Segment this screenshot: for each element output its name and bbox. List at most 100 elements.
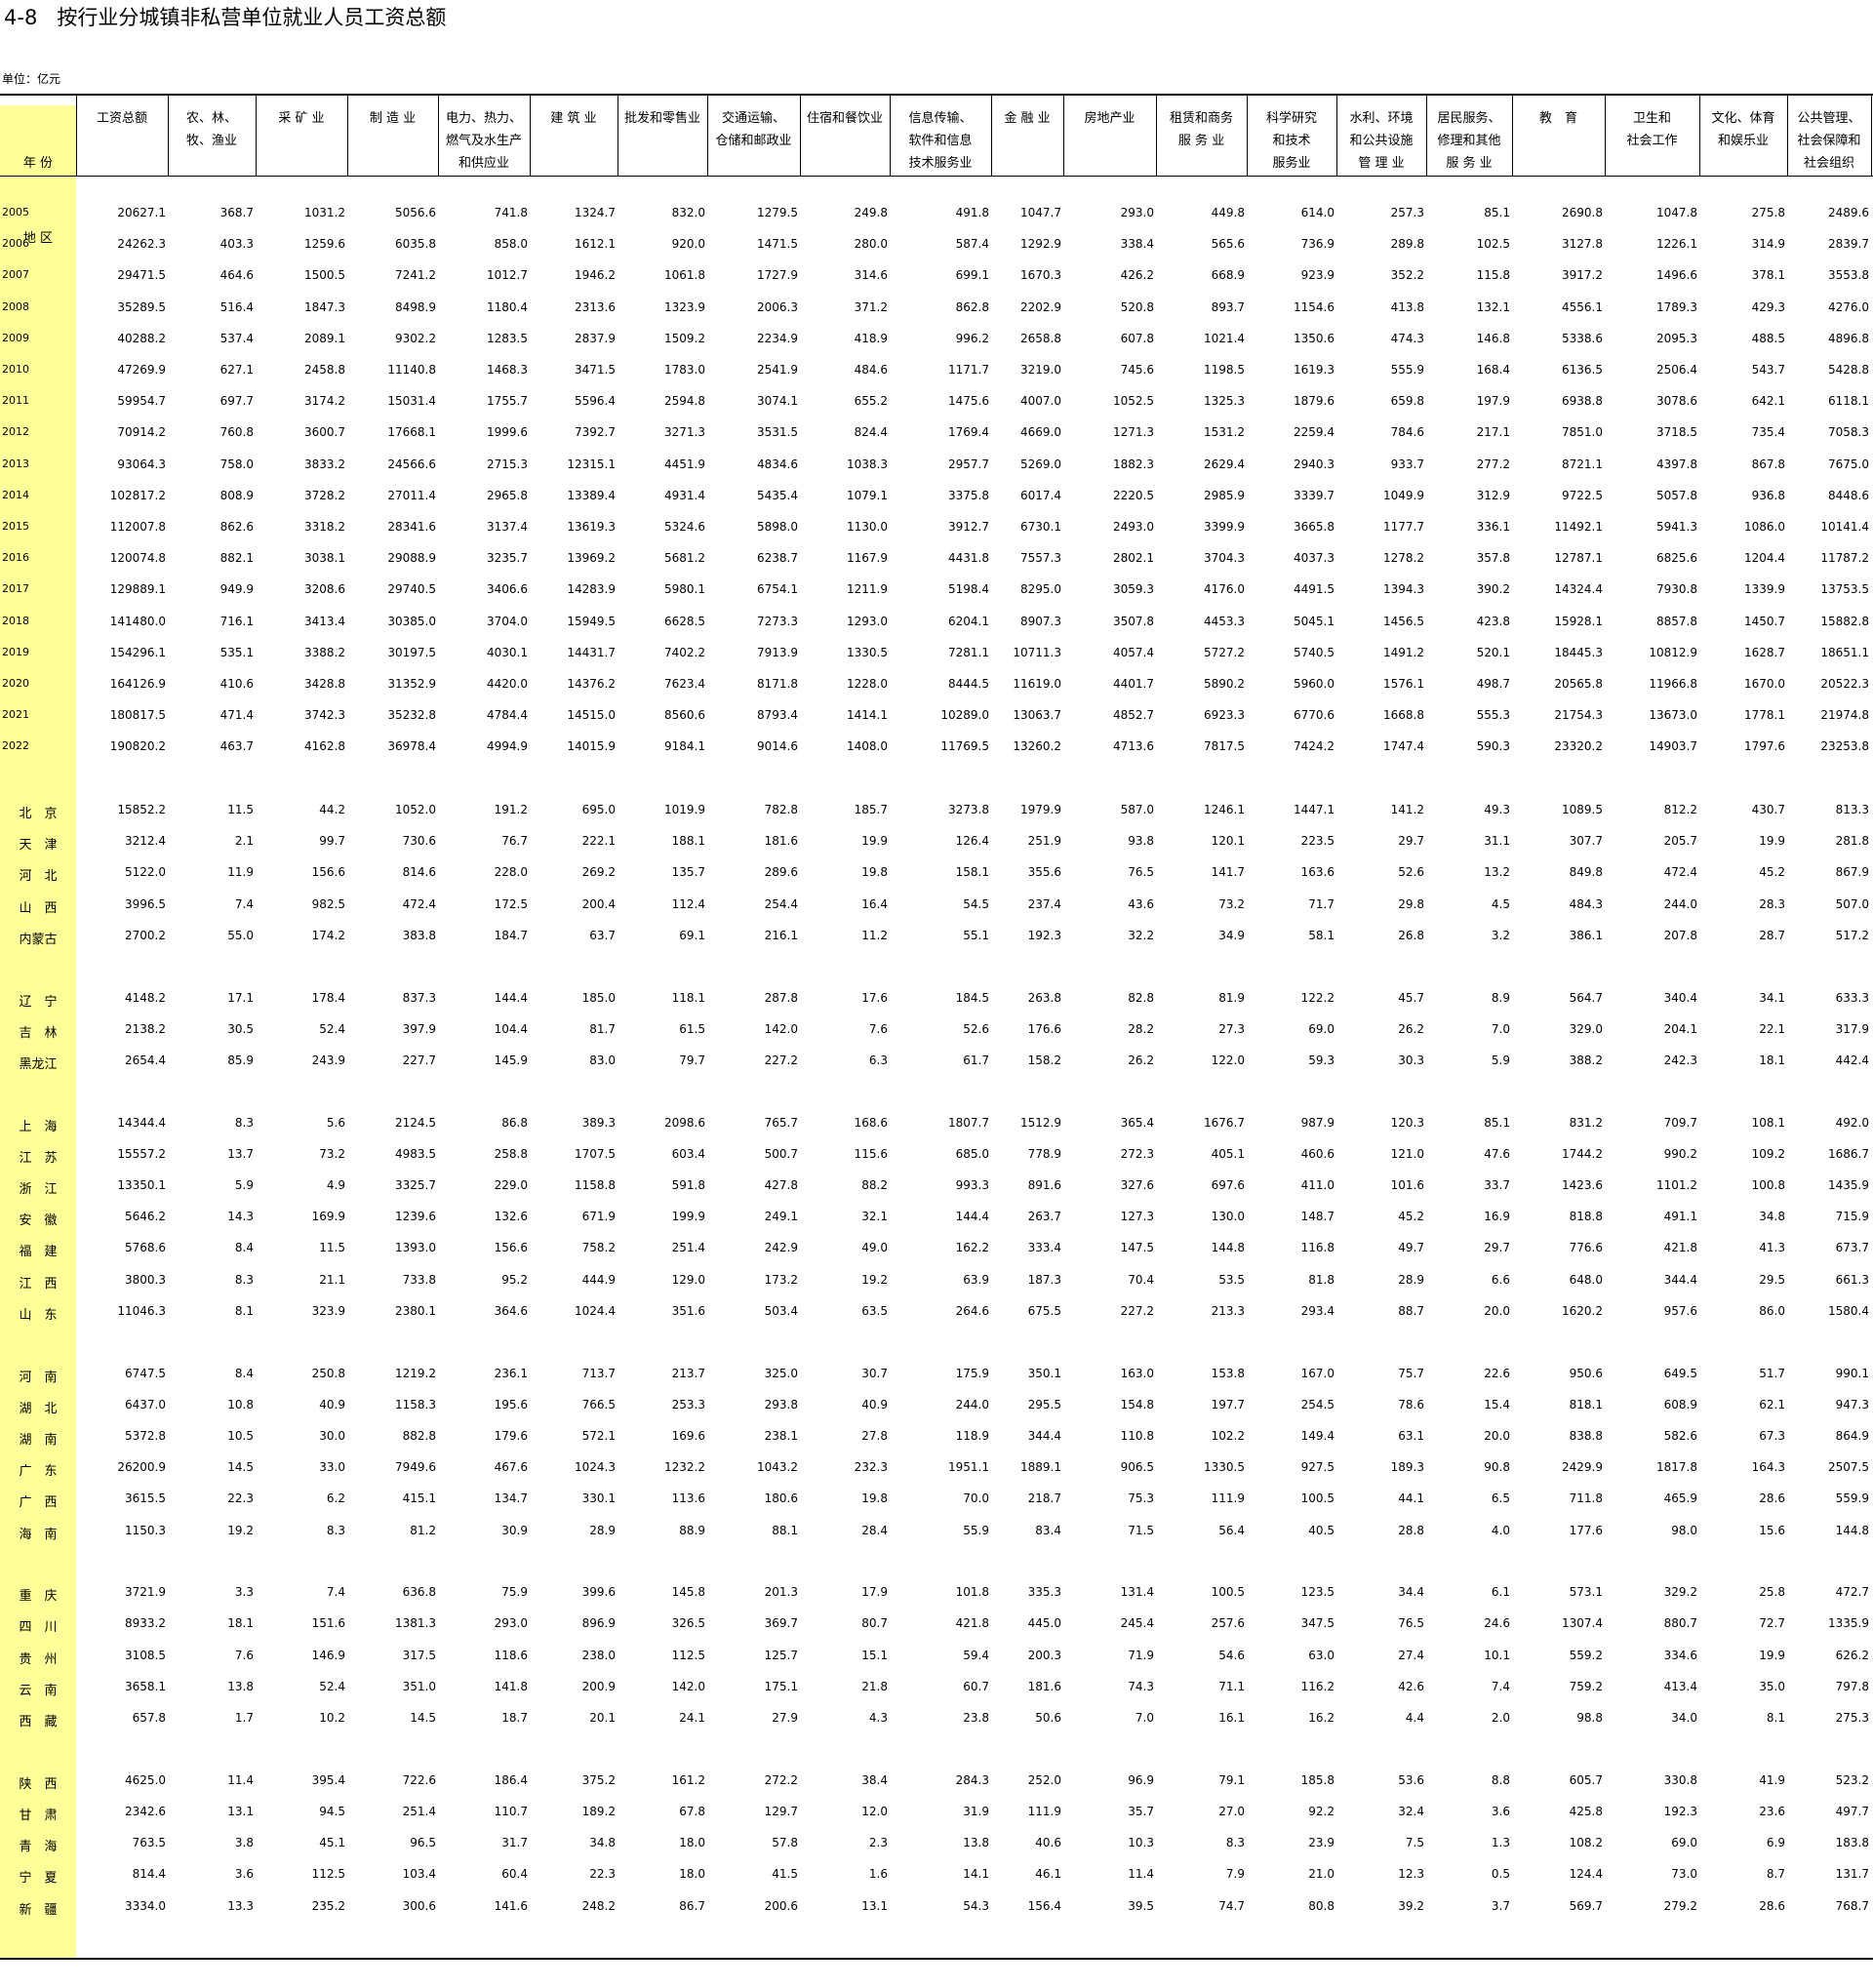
table-cell: 1.3	[1491, 1836, 1510, 1850]
table-cell: 9722.5	[1562, 488, 1603, 502]
table-cell: 442.4	[1835, 1053, 1869, 1067]
table-cell: 430.7	[1751, 803, 1785, 816]
table-cell: 758.0	[219, 457, 254, 471]
table-cell: 94.5	[319, 1804, 345, 1818]
table-cell: 3507.8	[1113, 614, 1154, 628]
table-cell: 1228.0	[847, 677, 888, 691]
table-cell: 405.1	[1211, 1146, 1245, 1161]
table-cell: 23253.8	[1820, 739, 1869, 754]
table-cell: 8793.4	[757, 708, 798, 723]
table-cell: 5.6	[326, 1115, 345, 1130]
table-cell: 90.8	[1484, 1460, 1510, 1475]
table-cell: 191.2	[494, 803, 528, 816]
table-cell: 24566.6	[387, 457, 436, 471]
table-cell: 54.6	[1218, 1648, 1245, 1662]
table-cell: 933.7	[1390, 457, 1424, 471]
table-cell: 2429.9	[1562, 1460, 1603, 1475]
table-cell: 28.6	[1759, 1491, 1785, 1506]
table-cell: 2506.4	[1656, 363, 1697, 377]
table-cell: 132.6	[494, 1210, 528, 1224]
table-cell: 103.4	[402, 1867, 436, 1882]
table-cell: 498.7	[1476, 677, 1510, 691]
table-cell: 1049.9	[1383, 488, 1424, 502]
table-cell: 661.3	[1835, 1272, 1869, 1287]
table-cell: 27.8	[861, 1428, 888, 1443]
table-cell: 7402.2	[664, 645, 705, 659]
table-cell: 6238.7	[757, 551, 798, 566]
table-cell: 2259.4	[1294, 425, 1335, 440]
table-cell: 797.8	[1835, 1679, 1869, 1693]
table-cell: 7557.3	[1020, 551, 1061, 566]
table-cell: 5324.6	[664, 520, 705, 534]
table-cell: 2690.8	[1562, 206, 1603, 219]
table-cell: 467.6	[494, 1460, 528, 1475]
table-cell: 26.2	[1398, 1021, 1424, 1036]
table-cell: 657.8	[132, 1711, 166, 1725]
table-cell: 3728.2	[304, 488, 345, 502]
table-cell: 8.9	[1491, 990, 1510, 1005]
table-cell: 832.0	[671, 206, 705, 219]
table-cell: 8.7	[1766, 1867, 1785, 1882]
table-cell: 163.6	[1300, 865, 1335, 880]
table-cell: 1496.6	[1656, 268, 1697, 283]
table-cell: 1232.2	[664, 1460, 705, 1475]
table-cell: 6204.1	[948, 614, 989, 628]
table-cell: 197.7	[1211, 1397, 1245, 1411]
table-cell: 659.8	[1390, 394, 1424, 409]
table-cell: 58.1	[1308, 928, 1335, 942]
row-label: 2019	[2, 645, 29, 658]
table-cell: 7.9	[1225, 1867, 1245, 1882]
table-cell: 16.4	[861, 896, 888, 911]
table-cell: 55.1	[963, 928, 989, 942]
row-label: 贵 州	[19, 1651, 58, 1667]
table-cell: 111.9	[1027, 1804, 1061, 1818]
table-cell: 32.4	[1398, 1804, 1424, 1818]
table-cell: 118.9	[955, 1428, 989, 1443]
table-cell: 987.9	[1300, 1115, 1335, 1130]
table-cell: 347.5	[1300, 1616, 1335, 1631]
table-cell: 957.6	[1663, 1303, 1697, 1318]
table-cell: 1817.8	[1656, 1460, 1697, 1475]
table-cell: 31.1	[1484, 834, 1510, 849]
table-cell: 161.2	[671, 1772, 705, 1787]
table-cell: 1670.3	[1020, 268, 1061, 283]
table-cell: 730.6	[402, 834, 436, 849]
table-cell: 11.9	[227, 865, 254, 880]
table-cell: 1807.7	[948, 1115, 989, 1130]
table-cell: 323.9	[311, 1303, 345, 1318]
table-cell: 465.9	[1663, 1491, 1697, 1506]
row-label: 广 西	[19, 1495, 58, 1511]
table-cell: 153.8	[1211, 1366, 1245, 1380]
table-cell: 61.7	[963, 1053, 989, 1067]
table-cell: 22.1	[1759, 1021, 1785, 1036]
table-cell: 1394.3	[1383, 582, 1424, 597]
table-cell: 100.8	[1751, 1178, 1785, 1192]
table-cell: 45.2	[1759, 865, 1785, 880]
table-cell: 93064.3	[117, 457, 166, 471]
column-header-line: 和公共设施	[1349, 134, 1414, 148]
table-cell: 71.9	[1128, 1648, 1154, 1662]
table-cell: 129889.1	[109, 582, 166, 597]
table-cell: 745.6	[1120, 363, 1154, 377]
table-cell: 73.0	[1671, 1867, 1697, 1882]
table-cell: 7817.5	[1204, 739, 1245, 754]
table-cell: 126.4	[955, 834, 989, 849]
row-label: 重 庆	[19, 1589, 58, 1605]
table-cell: 814.6	[402, 865, 436, 880]
table-cell: 766.5	[581, 1397, 616, 1411]
table-cell: 47269.9	[117, 363, 166, 377]
table-cell: 2957.7	[948, 457, 989, 471]
table-cell: 765.7	[764, 1115, 798, 1130]
table-cell: 418.9	[854, 331, 888, 345]
table-cell: 4994.9	[487, 739, 528, 754]
table-cell: 6.3	[868, 1053, 888, 1067]
table-cell: 14515.0	[567, 708, 616, 723]
table-cell: 1204.4	[1744, 551, 1785, 566]
table-cell: 1061.8	[664, 268, 705, 283]
table-cell: 63.0	[1308, 1648, 1335, 1662]
table-cell: 8448.6	[1828, 488, 1869, 502]
row-label: 2018	[2, 614, 29, 627]
table-cell: 325.0	[764, 1366, 798, 1380]
table-cell: 5428.8	[1828, 363, 1869, 377]
row-label: 2017	[2, 582, 29, 596]
